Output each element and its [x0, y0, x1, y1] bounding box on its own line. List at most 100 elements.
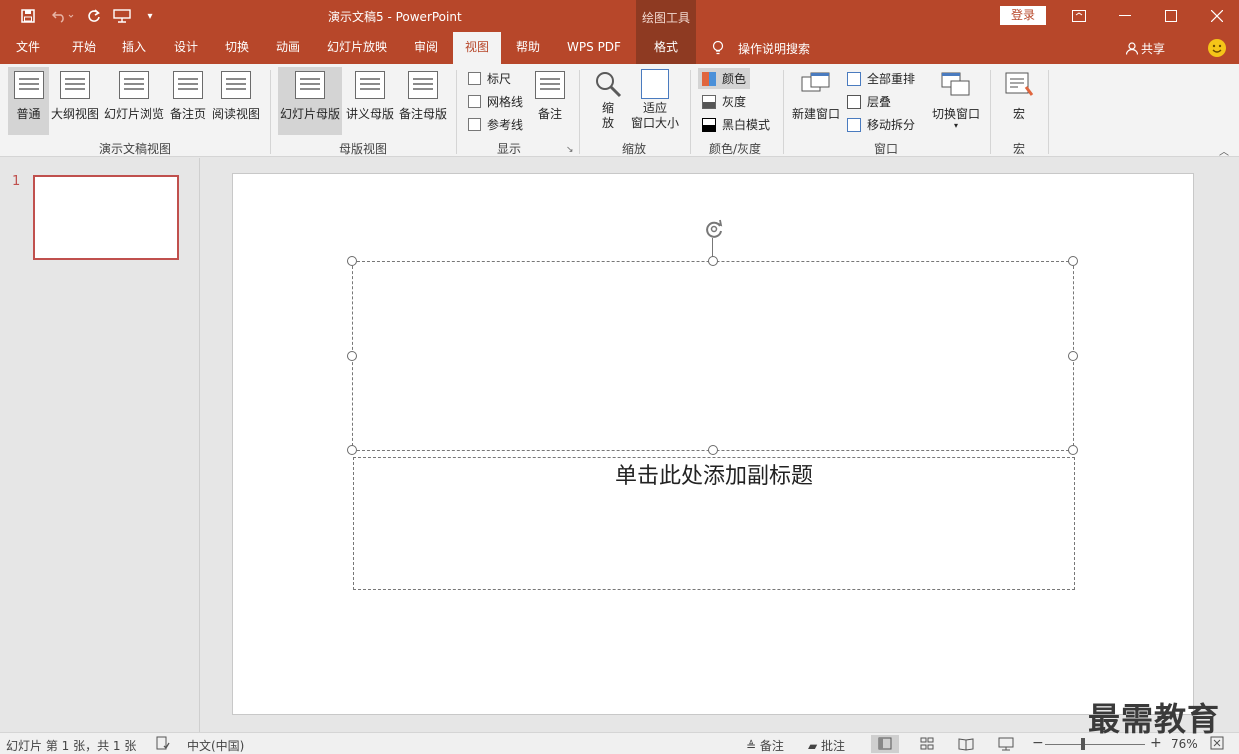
- tab-insert[interactable]: 插入: [114, 32, 154, 64]
- tab-format[interactable]: 格式: [636, 32, 696, 64]
- redo-icon[interactable]: [80, 0, 108, 32]
- color-button[interactable]: 颜色: [698, 68, 751, 89]
- notes-page-button[interactable]: 备注页: [167, 67, 209, 135]
- guides-checkbox[interactable]: 参考线: [468, 116, 523, 133]
- gridlines-checkbox-box[interactable]: [468, 95, 481, 108]
- tab-animations[interactable]: 动画: [268, 32, 308, 64]
- slideshow-status-button[interactable]: [992, 735, 1020, 753]
- ruler-checkbox[interactable]: 标尺: [468, 70, 511, 87]
- share-button[interactable]: 共享: [1125, 40, 1165, 58]
- new-window-button[interactable]: 新建窗口: [790, 67, 842, 135]
- handout-master-label: 讲义母版: [345, 107, 394, 121]
- tab-design[interactable]: 设计: [166, 32, 206, 64]
- normal-view-button[interactable]: 普通: [8, 67, 49, 135]
- notes-button[interactable]: 备注: [530, 67, 570, 135]
- ribbon-display-options-icon[interactable]: [1056, 0, 1102, 32]
- gridlines-label: 网格线: [487, 95, 524, 109]
- ribbon-separator: [783, 70, 784, 154]
- resize-handle-bottom-right[interactable]: [1068, 445, 1078, 455]
- guides-checkbox-box[interactable]: [468, 118, 481, 131]
- switch-window-button[interactable]: 切换窗口 ▾: [928, 67, 984, 135]
- resize-handle-top-right[interactable]: [1068, 256, 1078, 266]
- color-label: 颜色: [722, 72, 747, 86]
- normal-view-status-button[interactable]: [871, 735, 899, 753]
- outline-view-button[interactable]: 大纲视图: [50, 67, 100, 135]
- slide-sorter-status-button[interactable]: [913, 735, 941, 753]
- title-placeholder[interactable]: [352, 261, 1074, 451]
- handout-master-button[interactable]: 讲义母版: [344, 67, 396, 135]
- tab-help[interactable]: 帮助: [508, 32, 548, 64]
- fit-to-window-button[interactable]: 适应 窗口大小: [628, 67, 682, 135]
- zoom-slider-thumb[interactable]: [1081, 738, 1085, 750]
- collapse-ribbon-icon[interactable]: ︿: [1219, 143, 1229, 158]
- ribbon-separator: [456, 70, 457, 154]
- guides-label: 参考线: [487, 118, 524, 132]
- reading-view-status-button[interactable]: [952, 735, 980, 753]
- black-white-button[interactable]: 黑白模式: [702, 116, 770, 133]
- tab-transitions[interactable]: 切换: [217, 32, 257, 64]
- slide-master-button[interactable]: 幻灯片母版: [278, 67, 342, 135]
- zoom-label-line1: 缩: [601, 101, 614, 115]
- ribbon-separator: [990, 70, 991, 154]
- lightbulb-icon: [711, 40, 725, 56]
- notes-master-button[interactable]: 备注母版: [397, 67, 449, 135]
- tell-me-search[interactable]: 操作说明搜索: [738, 40, 810, 57]
- color-group-label: 颜色/灰度: [708, 142, 762, 156]
- move-split-button[interactable]: 移动拆分: [847, 116, 915, 133]
- status-bar: 幻灯片 第 1 张，共 1 张 中文(中国) ≜ 备注 ▰ 批注 − + 76%: [0, 732, 1239, 754]
- arrange-all-icon: [847, 71, 861, 86]
- save-icon[interactable]: [14, 0, 42, 32]
- gridlines-checkbox[interactable]: 网格线: [468, 93, 523, 110]
- maximize-icon[interactable]: [1148, 0, 1194, 32]
- resize-handle-top[interactable]: [708, 256, 718, 266]
- zoom-out-button[interactable]: −: [1032, 735, 1044, 751]
- tab-wps-pdf[interactable]: WPS PDF: [560, 32, 628, 64]
- ruler-checkbox-box[interactable]: [468, 72, 481, 85]
- resize-handle-left[interactable]: [347, 351, 357, 361]
- minimize-icon[interactable]: [1102, 0, 1148, 32]
- slide-sorter-button[interactable]: 幻灯片浏览: [102, 67, 166, 135]
- comments-status-label: 批注: [821, 739, 846, 753]
- switch-window-label: 切换窗口: [931, 107, 980, 121]
- login-button[interactable]: 登录: [1000, 6, 1046, 25]
- language-status[interactable]: 中文(中国): [187, 737, 244, 754]
- resize-handle-bottom-left[interactable]: [347, 445, 357, 455]
- feedback-smiley-icon[interactable]: [1208, 39, 1226, 57]
- macros-label: 宏: [1012, 107, 1025, 121]
- color-icon: [702, 71, 716, 86]
- tab-slideshow[interactable]: 幻灯片放映: [322, 32, 392, 64]
- start-from-beginning-icon[interactable]: [108, 0, 136, 32]
- slide-thumbnail[interactable]: [33, 175, 179, 260]
- tab-view[interactable]: 视图: [453, 32, 501, 64]
- close-icon[interactable]: [1194, 0, 1239, 32]
- notes-status-icon: ≜: [746, 739, 760, 753]
- zoom-slider-track[interactable]: [1045, 744, 1145, 745]
- title-bar: [0, 0, 1239, 32]
- tab-home[interactable]: 开始: [62, 32, 106, 64]
- rotate-handle-icon[interactable]: [702, 217, 726, 241]
- spell-check-icon[interactable]: [156, 736, 170, 753]
- macros-button[interactable]: 宏: [998, 67, 1040, 135]
- resize-handle-bottom[interactable]: [708, 445, 718, 455]
- comment-icon: ▰: [808, 739, 822, 753]
- comments-toggle[interactable]: ▰ 批注: [808, 737, 845, 754]
- grayscale-button[interactable]: 灰度: [702, 93, 746, 110]
- tab-file[interactable]: 文件: [8, 32, 48, 64]
- new-window-icon: [801, 71, 831, 99]
- arrange-all-button[interactable]: 全部重排: [847, 70, 915, 87]
- subtitle-placeholder-text[interactable]: 单击此处添加副标题: [353, 458, 1075, 490]
- resize-handle-right[interactable]: [1068, 351, 1078, 361]
- cascade-button[interactable]: 层叠: [847, 93, 891, 110]
- tab-review[interactable]: 审阅: [406, 32, 446, 64]
- zoom-button[interactable]: 缩 放: [588, 67, 628, 135]
- ribbon-separator: [579, 70, 580, 154]
- resize-handle-top-left[interactable]: [347, 256, 357, 266]
- fit-to-window-icon: [641, 69, 669, 99]
- dialog-launcher-icon[interactable]: ↘: [566, 145, 574, 155]
- ruler-label: 标尺: [487, 72, 512, 86]
- reading-view-button[interactable]: 阅读视图: [210, 67, 262, 135]
- undo-icon[interactable]: [46, 0, 80, 32]
- notes-toggle[interactable]: ≜ 备注: [746, 737, 784, 754]
- customize-toolbar-icon[interactable]: ▾: [136, 0, 164, 32]
- macro-icon: [1004, 71, 1034, 99]
